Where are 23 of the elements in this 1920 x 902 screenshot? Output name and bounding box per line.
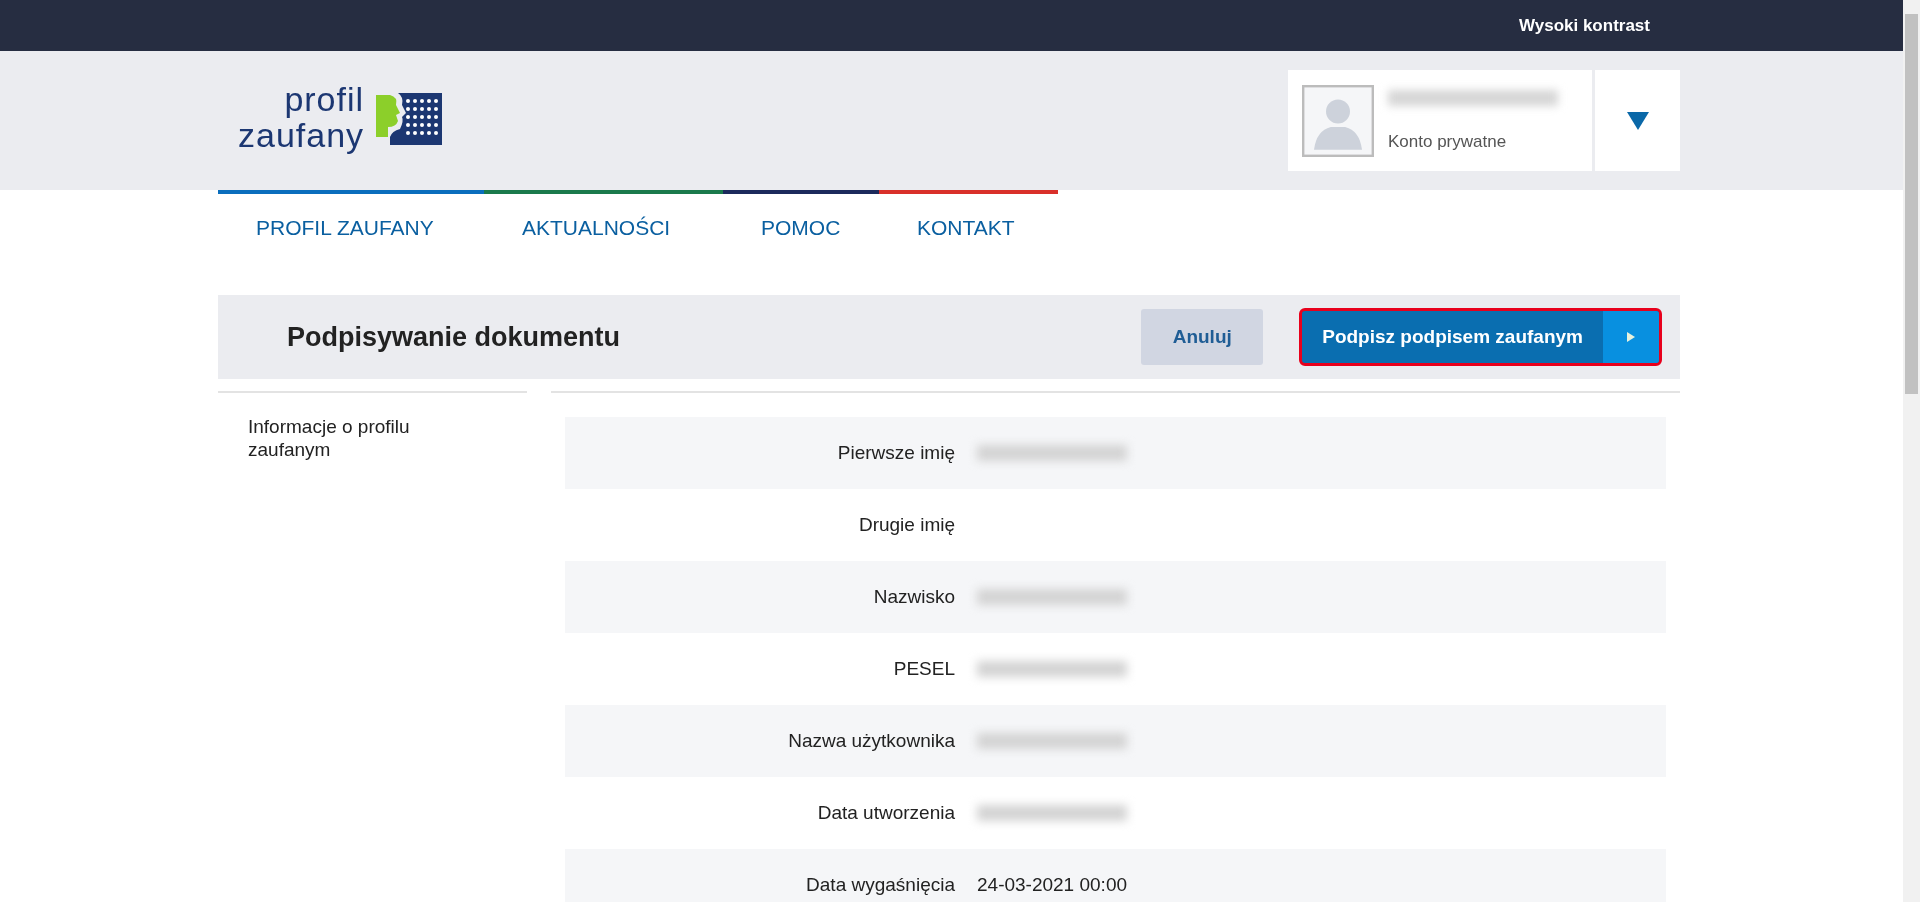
field-label: PESEL — [892, 658, 955, 680]
sign-button[interactable]: Podpisz podpisem zaufanym — [1299, 308, 1662, 366]
sidebar-link[interactable]: Informacje o profilu zaufanym — [248, 415, 468, 461]
high-contrast-link[interactable]: Wysoki kontrast — [1519, 15, 1650, 36]
logo[interactable]: profil zaufany — [238, 85, 445, 153]
nav-link[interactable]: POMOC — [723, 190, 879, 268]
field-label: Data utworzenia — [816, 802, 955, 824]
field-value: 24-03-2021 00:00 — [977, 874, 1127, 896]
field-label: Data wygaśnięcia — [805, 874, 955, 896]
cancel-button[interactable]: Anuluj — [1141, 309, 1264, 365]
field-label: Nazwa użytkownika — [787, 730, 955, 752]
play-icon — [1626, 331, 1636, 343]
field-label: Nazwisko — [872, 586, 955, 608]
caret-icon — [1625, 110, 1650, 131]
avatar-silhouette-icon — [1302, 84, 1374, 157]
page-title: Podpisywanie dokumentu — [287, 321, 622, 353]
nav-link[interactable]: KONTAKT — [879, 190, 1058, 268]
field-label: Pierwsze imię — [836, 442, 955, 464]
nav-link[interactable]: PROFIL ZAUFANY — [218, 190, 484, 268]
field-label: Drugie imię — [857, 514, 955, 536]
nav-link[interactable]: AKTUALNOŚCI — [484, 190, 723, 268]
account-menu-button[interactable] — [1595, 70, 1680, 171]
account-type: Konto prywatne — [1388, 131, 1508, 152]
